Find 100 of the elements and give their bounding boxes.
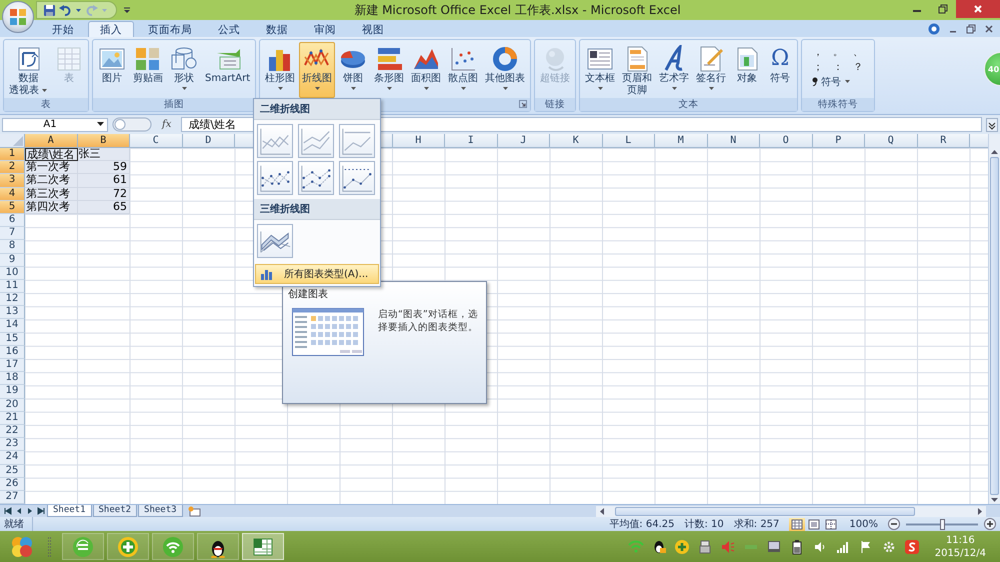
close-icon[interactable] (984, 24, 994, 34)
column-header[interactable]: M (655, 134, 708, 148)
row-header[interactable]: 8 (0, 240, 25, 254)
ribbon-button[interactable]: 文本框 (582, 42, 618, 98)
table-cell[interactable]: 65 (78, 200, 130, 214)
ribbon-button[interactable]: 签名行 (693, 42, 730, 98)
table-cell[interactable]: 成绩\姓名 (25, 148, 78, 162)
row-header[interactable]: 24 (0, 451, 25, 464)
table-cell[interactable]: 张三 (78, 148, 130, 162)
column-header[interactable]: O (760, 134, 812, 148)
row-header[interactable]: 5 (0, 200, 25, 214)
formula-handle-icon[interactable] (112, 117, 152, 132)
slider-thumb[interactable] (940, 518, 945, 530)
row-header[interactable]: 2 (0, 161, 25, 174)
scroll-thumb[interactable] (990, 156, 999, 496)
row-header[interactable]: 17 (0, 359, 25, 372)
view-button[interactable] (823, 518, 840, 530)
ribbon-button[interactable]: Ω 符号 (765, 42, 796, 98)
ribbon-tab[interactable]: 开始 (40, 21, 86, 37)
undo-icon[interactable] (59, 4, 72, 16)
column-header[interactable]: L (602, 134, 655, 148)
ribbon-button[interactable]: 剪贴画 (130, 42, 166, 98)
ribbon-button[interactable]: 柱形图 (262, 42, 298, 98)
row-header[interactable]: 20 (0, 398, 25, 412)
start-orb-icon[interactable] (10, 534, 34, 558)
ribbon-button[interactable]: 饼图 (336, 42, 370, 98)
row-header[interactable]: 6 (0, 214, 25, 228)
restore-icon[interactable] (966, 24, 976, 34)
ribbon-button[interactable]: 条形图 (371, 42, 408, 98)
column-header[interactable]: R (918, 134, 970, 148)
row-header[interactable]: 9 (0, 254, 25, 267)
column-header[interactable]: A (25, 134, 78, 148)
save-icon[interactable] (43, 4, 56, 16)
ribbon-tab[interactable]: 插入 (88, 21, 134, 37)
chart-type-button[interactable] (339, 161, 375, 195)
column-header[interactable]: N (708, 134, 760, 148)
symbol-button[interactable]: ？ (848, 59, 868, 74)
column-header[interactable]: I (445, 134, 498, 148)
ribbon-button[interactable]: 艺术字 (656, 42, 692, 98)
column-header[interactable]: K (550, 134, 602, 148)
table-cell[interactable]: 第四次考 (25, 200, 78, 214)
last-sheet-icon[interactable] (36, 506, 46, 516)
name-box[interactable]: A1 (2, 118, 108, 132)
table-cell[interactable]: 第二次考 (25, 174, 78, 188)
symbol-button[interactable]: 。 (828, 44, 848, 59)
ribbon-button[interactable]: 图片 (95, 42, 129, 98)
dialog-launcher-icon[interactable] (519, 100, 528, 108)
row-header[interactable]: 16 (0, 346, 25, 359)
ribbon-tab[interactable]: 公式 (206, 21, 252, 37)
column-header[interactable]: H (392, 134, 445, 148)
ribbon-button[interactable]: 其他图表 (482, 42, 528, 98)
view-button[interactable] (806, 518, 822, 530)
chart-type-button[interactable] (298, 161, 334, 195)
column-header[interactable]: Q (865, 134, 918, 148)
chart-type-button[interactable] (257, 161, 293, 195)
monitor-icon[interactable] (766, 538, 782, 554)
menu-item[interactable]: 所有图表类型(A)... (255, 264, 379, 284)
insert-function-button[interactable]: fx (156, 119, 178, 130)
taskbar-button[interactable] (197, 533, 239, 560)
scroll-thumb[interactable] (615, 507, 915, 516)
ribbon-button[interactable]: 形状 (167, 42, 201, 98)
column-header[interactable]: C (130, 134, 182, 148)
table-cell[interactable]: 第三次考 (25, 188, 78, 201)
symbol-button[interactable]: ； (808, 59, 828, 74)
row-header[interactable]: 14 (0, 319, 25, 333)
ribbon-button[interactable]: SmartArt (202, 42, 254, 98)
row-header[interactable]: 1 (0, 148, 25, 162)
insert-sheet-icon[interactable] (186, 506, 201, 517)
column-header[interactable]: D (182, 134, 235, 148)
ribbon-button[interactable]: 面积图 (408, 42, 444, 98)
help-icon[interactable] (928, 22, 940, 34)
zoom-in-icon[interactable] (984, 518, 996, 530)
first-sheet-icon[interactable] (3, 506, 13, 516)
row-header[interactable]: 19 (0, 385, 25, 399)
row-header[interactable]: 23 (0, 438, 25, 452)
table-cell[interactable]: 61 (78, 174, 130, 188)
row-header[interactable]: 26 (0, 478, 25, 491)
row-header[interactable]: 25 (0, 464, 25, 478)
sheet-tab[interactable]: Sheet1 (47, 505, 92, 517)
plus-circle-icon[interactable] (674, 538, 690, 554)
table-cell[interactable]: 59 (78, 161, 130, 174)
ribbon-button[interactable]: 页眉和 页脚 (619, 42, 656, 98)
scroll-down-icon[interactable] (990, 495, 999, 504)
chart-type-button[interactable] (257, 224, 293, 258)
horizontal-scrollbar[interactable] (596, 506, 986, 517)
ribbon-tab[interactable]: 审阅 (302, 21, 348, 37)
symbol-menu-button[interactable]: 符号 (808, 74, 868, 89)
row-header[interactable]: 10 (0, 266, 25, 280)
zoom-level[interactable]: 100% (849, 518, 878, 530)
ribbon-tab[interactable]: 数据 (254, 21, 300, 37)
ribbon-button[interactable]: 对象 (730, 42, 764, 98)
sheet-tab[interactable]: Sheet3 (138, 505, 183, 517)
row-header[interactable]: 27 (0, 490, 25, 504)
close-button[interactable] (956, 0, 1000, 18)
table-cell[interactable]: 72 (78, 188, 130, 201)
row-header[interactable]: 4 (0, 188, 25, 201)
sheet-tab[interactable]: Sheet2 (92, 505, 138, 517)
symbol-button[interactable]: ： (828, 59, 848, 74)
ribbon-tab[interactable]: 视图 (350, 21, 396, 37)
row-header[interactable]: 21 (0, 412, 25, 425)
